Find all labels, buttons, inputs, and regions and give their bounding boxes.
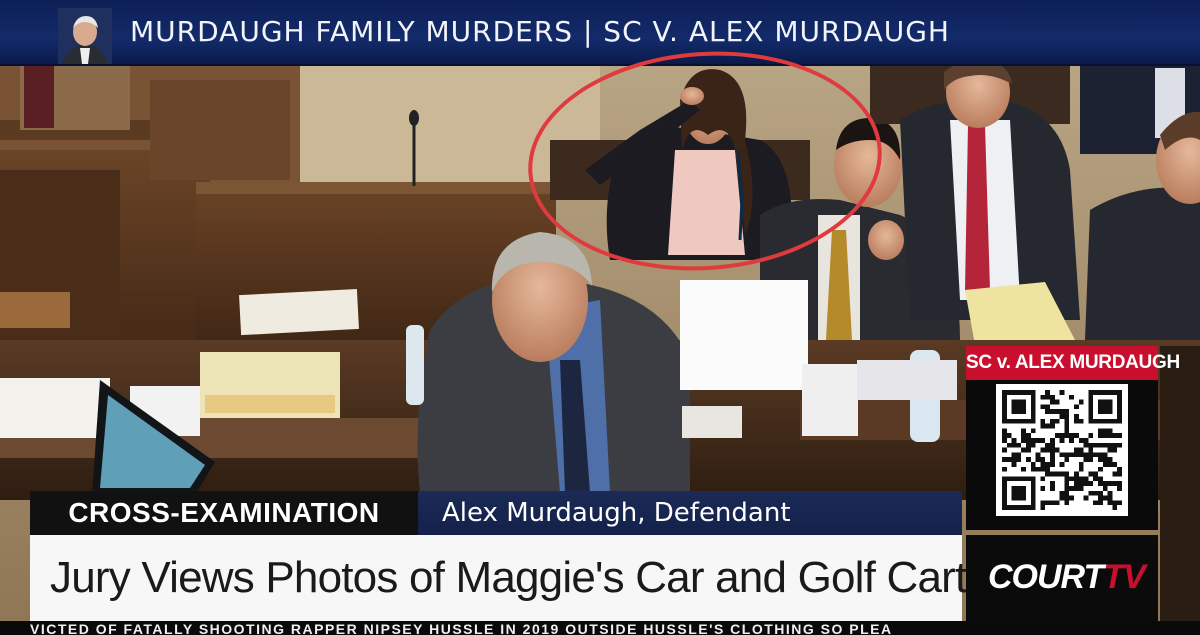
broadcast-frame: MURDAUGH FAMILY MURDERS | SC V. ALEX MUR… (0, 0, 1200, 635)
headline-text: Jury Views Photos of Maggie's Car and Go… (50, 553, 967, 602)
qr-code-icon[interactable] (996, 384, 1128, 516)
news-ticker: VICTED OF FATALLY SHOOTING RAPPER NIPSEY… (0, 621, 1200, 635)
speaker-name: Alex Murdaugh, Defendant (442, 498, 791, 528)
white-panel (680, 280, 808, 390)
case-promo-title: SC v. ALEX MURDAUGH (966, 346, 1180, 380)
logo-text: COURTTV (988, 557, 1146, 597)
logo-court: COURT (988, 558, 1104, 596)
tissue-box (802, 364, 858, 436)
defendant-inset-photo (58, 8, 112, 64)
banner-title: MURDAUGH FAMILY MURDERS | SC V. ALEX MUR… (130, 15, 950, 48)
top-banner: MURDAUGH FAMILY MURDERS | SC V. ALEX MUR… (0, 0, 1200, 66)
lower-third-strip: CROSS-EXAMINATION Alex Murdaugh, Defenda… (30, 491, 962, 535)
logo-tv: TV (1103, 558, 1145, 596)
ticker-text: VICTED OF FATALLY SHOOTING RAPPER NIPSEY… (30, 621, 893, 635)
headline-bar: Jury Views Photos of Maggie's Car and Go… (30, 535, 967, 621)
case-promo: SC v. ALEX MURDAUGH (966, 346, 1180, 530)
network-logo: COURTTV (966, 535, 1158, 621)
segment-label: CROSS-EXAMINATION (30, 491, 418, 535)
